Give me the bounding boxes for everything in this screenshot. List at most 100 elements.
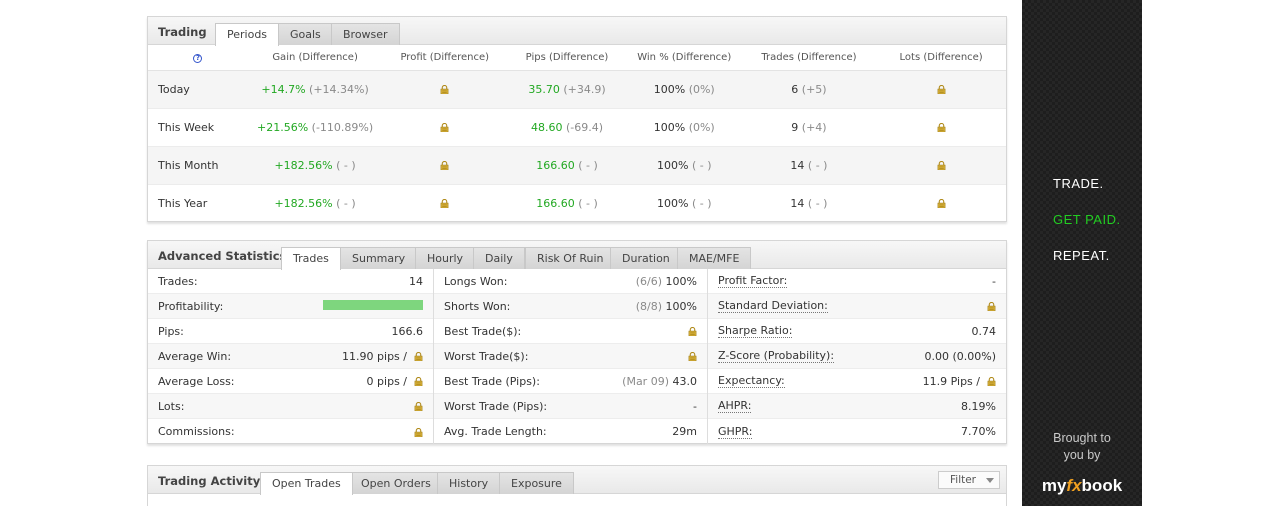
tab-trades[interactable]: Trades bbox=[281, 247, 341, 270]
pips-cell: 35.70 (+34.9) bbox=[507, 70, 627, 109]
profitability-bar bbox=[323, 299, 423, 310]
tab-exposure[interactable]: Exposure bbox=[499, 472, 574, 494]
stat-row-profitability: Profitability: bbox=[148, 294, 433, 319]
header-gain[interactable]: Gain (Difference) bbox=[247, 45, 383, 71]
stat-label[interactable]: Standard Deviation: bbox=[718, 299, 828, 313]
gain-diff: ( - ) bbox=[336, 196, 356, 210]
stat-value-wrap: 11.9 Pips / bbox=[923, 375, 996, 388]
help-icon[interactable]: ? bbox=[193, 53, 203, 63]
filter-dropdown[interactable]: Filter bbox=[938, 471, 1000, 489]
period-label: Today bbox=[148, 70, 248, 109]
stat-value: 0.00 (0.00%) bbox=[924, 349, 996, 363]
lock-icon bbox=[688, 327, 697, 336]
pips-cell: 166.60 ( - ) bbox=[507, 146, 627, 185]
stat-label: Average Loss: bbox=[158, 374, 235, 388]
gain-diff: (-110.89%) bbox=[311, 120, 374, 134]
lock-icon bbox=[440, 85, 449, 94]
tab-mae-mfe[interactable]: MAE/MFE bbox=[677, 247, 752, 269]
win-diff: (0%) bbox=[688, 82, 715, 96]
lock-icon bbox=[440, 161, 449, 170]
stat-row-worst-trade-pips: Worst Trade (Pips): - bbox=[434, 394, 707, 419]
banner-brought-line-1: Brought to bbox=[1053, 431, 1111, 445]
tab-hourly[interactable]: Hourly bbox=[415, 247, 476, 269]
lots-cell bbox=[876, 184, 1006, 222]
logo-my: my bbox=[1041, 476, 1067, 495]
trading-panel-title: Trading bbox=[158, 25, 207, 39]
stat-prefix: (Mar 09) bbox=[622, 374, 669, 388]
tab-risk-of-ruin[interactable]: Risk Of Ruin bbox=[525, 247, 616, 269]
stat-value-wrap: 8.19% bbox=[961, 400, 996, 413]
stat-label: Lots: bbox=[158, 399, 185, 413]
stat-value: 7.70% bbox=[961, 425, 996, 438]
header-trades[interactable]: Trades (Difference) bbox=[741, 45, 877, 71]
side-banner[interactable]: TRADE. GET PAID. REPEAT. Brought to you … bbox=[1022, 0, 1142, 506]
stats-column-1: Trades: 14 Profitability: Pips: 166.6 Average… bbox=[148, 269, 434, 444]
periods-header-row: ? Gain (Difference) Profit (Difference) … bbox=[148, 45, 1006, 71]
stat-label[interactable]: Z-Score (Probability): bbox=[718, 349, 835, 363]
banner-line-get-paid: GET PAID. bbox=[1053, 212, 1121, 227]
stat-value-wrap: (Mar 09) 43.0 bbox=[622, 375, 697, 388]
stat-label: Average Win: bbox=[158, 349, 232, 363]
lots-cell bbox=[876, 146, 1006, 185]
lots-cell bbox=[876, 70, 1006, 109]
period-label: This Month bbox=[148, 146, 248, 185]
trades-cell: 14 ( - ) bbox=[741, 146, 877, 185]
trading-activity-header: Trading Activity Open Trades Open Orders… bbox=[148, 466, 1006, 495]
trades-value: 14 bbox=[790, 196, 805, 210]
header-lots[interactable]: Lots (Difference) bbox=[876, 45, 1006, 71]
banner-brought-line-2: you by bbox=[1063, 448, 1101, 462]
header-win[interactable]: Win % (Difference) bbox=[626, 45, 742, 71]
stat-label[interactable]: Sharpe Ratio: bbox=[718, 324, 793, 338]
stat-value-wrap bbox=[407, 400, 423, 413]
tab-open-trades[interactable]: Open Trades bbox=[260, 472, 353, 495]
advanced-stats-header: Advanced Statistics Trades Summary Hourl… bbox=[148, 241, 1006, 270]
tab-browser[interactable]: Browser bbox=[331, 23, 400, 45]
stat-label[interactable]: Expectancy: bbox=[718, 374, 785, 388]
stat-label[interactable]: GHPR: bbox=[718, 425, 753, 439]
stat-value-wrap bbox=[407, 425, 423, 438]
pips-value: 48.60 bbox=[530, 120, 563, 134]
stat-row-profit-factor: Profit Factor: - bbox=[708, 269, 1006, 294]
stat-value-wrap bbox=[688, 325, 697, 338]
profit-cell bbox=[382, 108, 508, 147]
stat-row-z-score-probability: Z-Score (Probability): 0.00 (0.00%) bbox=[708, 344, 1006, 369]
stat-value-wrap: 0.74 bbox=[972, 325, 997, 338]
header-pips[interactable]: Pips (Difference) bbox=[507, 45, 627, 71]
gain-cell: +21.56% (-110.89%) bbox=[247, 108, 383, 147]
gain-cell: +14.7% (+14.34%) bbox=[247, 70, 383, 109]
stats-column-2: Longs Won: (6/6) 100% Shorts Won: (8/8) 100… bbox=[434, 269, 708, 444]
stat-value-wrap: 14 bbox=[409, 275, 423, 288]
win-value: 100% bbox=[656, 158, 689, 172]
header-profit[interactable]: Profit (Difference) bbox=[382, 45, 508, 71]
stat-value-wrap: 7.70% bbox=[961, 425, 996, 438]
tab-duration[interactable]: Duration bbox=[610, 247, 682, 269]
tab-summary[interactable]: Summary bbox=[340, 247, 418, 269]
win-diff: (0%) bbox=[688, 120, 715, 134]
tab-periods[interactable]: Periods bbox=[215, 23, 280, 46]
stat-value: 100% bbox=[665, 299, 697, 313]
lots-cell bbox=[876, 108, 1006, 147]
win-cell: 100% (0%) bbox=[626, 70, 742, 109]
tab-goals[interactable]: Goals bbox=[278, 23, 333, 45]
stat-row-shorts-won: Shorts Won: (8/8) 100% bbox=[434, 294, 707, 319]
trades-cell: 9 (+4) bbox=[741, 108, 877, 147]
lock-icon bbox=[987, 302, 996, 311]
stat-row-avg-trade-length: Avg. Trade Length: 29m bbox=[434, 419, 707, 444]
stat-label: Longs Won: bbox=[444, 274, 508, 288]
trades-diff: ( - ) bbox=[807, 158, 828, 172]
tab-daily[interactable]: Daily bbox=[473, 247, 525, 269]
stats-column-3: Profit Factor: - Standard Deviation: Sharp… bbox=[708, 269, 1006, 444]
tab-history[interactable]: History bbox=[437, 472, 501, 494]
logo-book: book bbox=[1081, 476, 1123, 495]
pips-diff: ( - ) bbox=[578, 158, 598, 172]
profit-cell bbox=[382, 184, 507, 222]
pips-cell: 166.60 ( - ) bbox=[507, 184, 627, 222]
stat-label[interactable]: Profit Factor: bbox=[718, 274, 788, 288]
trades-value: 6 bbox=[791, 82, 799, 96]
stat-label[interactable]: AHPR: bbox=[718, 399, 752, 413]
gain-value: +182.56% bbox=[274, 158, 333, 172]
stat-prefix: (6/6) bbox=[635, 274, 663, 288]
stat-row-pips: Pips: 166.6 bbox=[148, 319, 433, 344]
tab-open-orders[interactable]: Open Orders bbox=[349, 472, 443, 494]
trading-activity-title: Trading Activity bbox=[158, 474, 261, 488]
